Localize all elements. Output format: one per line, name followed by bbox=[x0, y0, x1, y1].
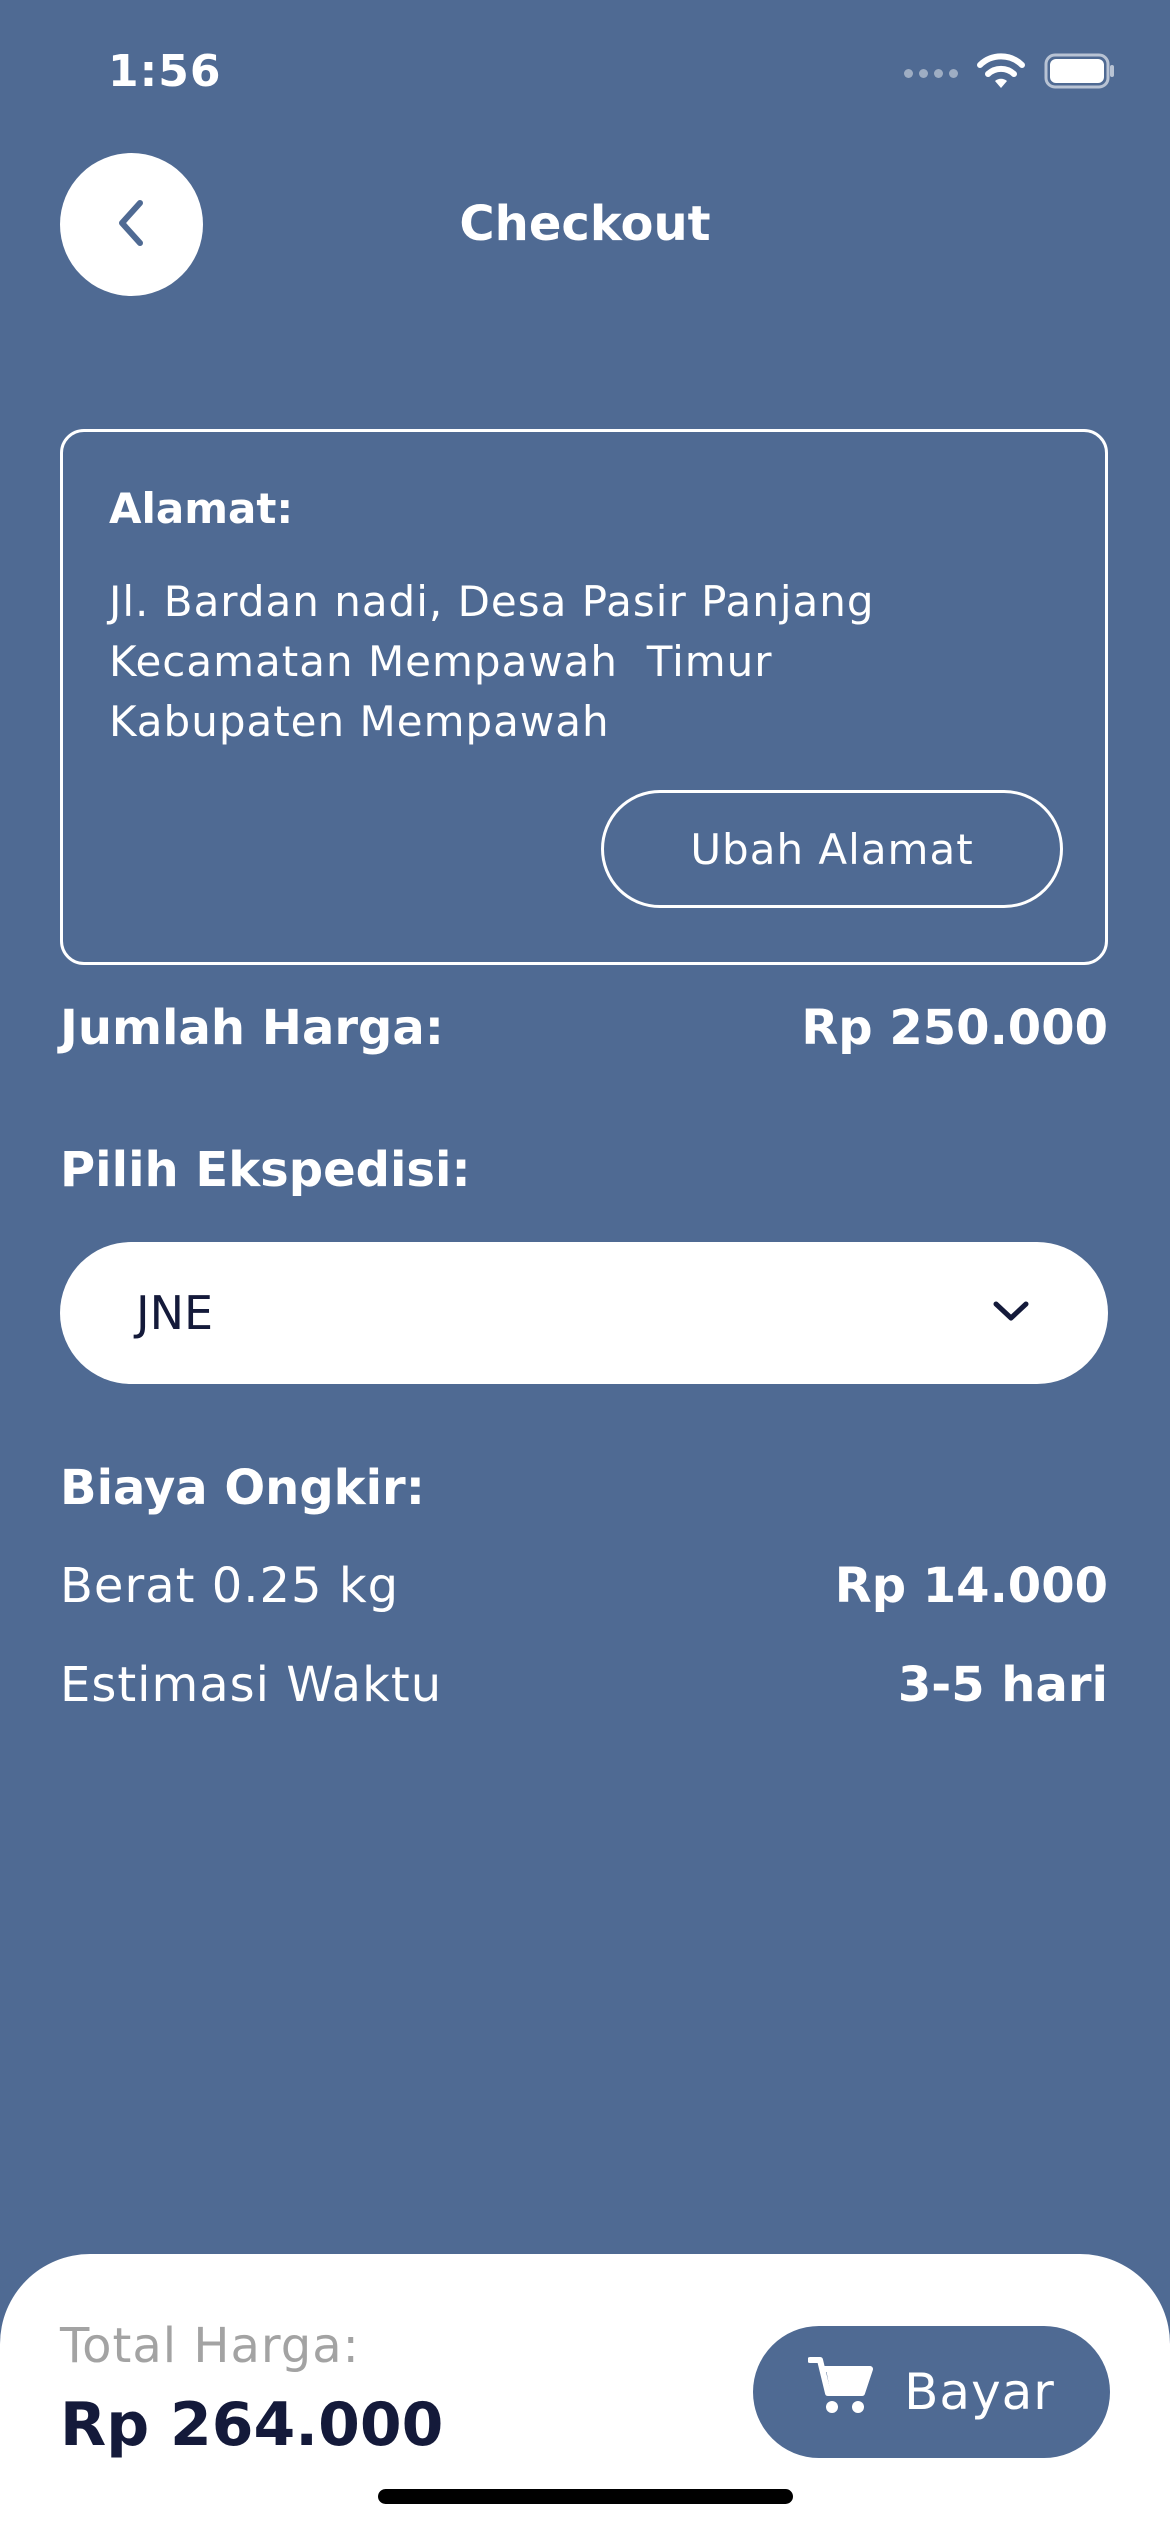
address-line: Kabupaten Mempawah bbox=[109, 697, 610, 746]
expedition-label: Pilih Ekspedisi: bbox=[60, 1142, 471, 1198]
total-value: Rp 264.000 bbox=[60, 2390, 444, 2460]
price-label: Jumlah Harga: bbox=[60, 1000, 444, 1056]
wifi-icon bbox=[976, 52, 1026, 94]
pay-button[interactable]: Bayar bbox=[753, 2326, 1110, 2458]
cart-icon bbox=[807, 2355, 874, 2429]
total-label: Total Harga: bbox=[60, 2318, 360, 2374]
status-icons bbox=[904, 52, 1116, 94]
checkout-screen: 1:56 Checkout Alamat: Jl. Bardan nadi, D… bbox=[0, 0, 1170, 2532]
address-label: Alamat: bbox=[109, 484, 294, 533]
pay-button-label: Bayar bbox=[904, 2363, 1055, 2421]
home-indicator bbox=[378, 2489, 793, 2504]
page-title: Checkout bbox=[459, 196, 711, 252]
status-time: 1:56 bbox=[108, 46, 222, 97]
price-value: Rp 250.000 bbox=[801, 1000, 1108, 1056]
chevron-down-icon bbox=[990, 1296, 1032, 1330]
weight-value: Rp 14.000 bbox=[834, 1558, 1108, 1614]
expedition-selected: JNE bbox=[136, 1286, 214, 1340]
address-line: Jl. Bardan nadi, Desa Pasir Panjang bbox=[109, 577, 875, 626]
price-row: Jumlah Harga: Rp 250.000 bbox=[60, 1000, 1108, 1056]
address-text: Jl. Bardan nadi, Desa Pasir Panjang Keca… bbox=[109, 572, 875, 752]
address-line: Kecamatan Mempawah Timur bbox=[109, 637, 773, 686]
address-card: Alamat: Jl. Bardan nadi, Desa Pasir Panj… bbox=[60, 429, 1108, 965]
signal-dots-icon bbox=[904, 68, 958, 78]
change-address-button[interactable]: Ubah Alamat bbox=[601, 790, 1063, 908]
estimate-value: 3-5 hari bbox=[897, 1657, 1108, 1713]
estimate-label: Estimasi Waktu bbox=[60, 1657, 443, 1713]
weight-label: Berat 0.25 kg bbox=[60, 1558, 400, 1614]
expedition-dropdown[interactable]: JNE bbox=[60, 1242, 1108, 1384]
battery-icon bbox=[1044, 52, 1116, 94]
estimate-row: Estimasi Waktu 3-5 hari bbox=[60, 1657, 1108, 1713]
weight-row: Berat 0.25 kg Rp 14.000 bbox=[60, 1558, 1108, 1614]
shipping-title: Biaya Ongkir: bbox=[60, 1460, 425, 1516]
